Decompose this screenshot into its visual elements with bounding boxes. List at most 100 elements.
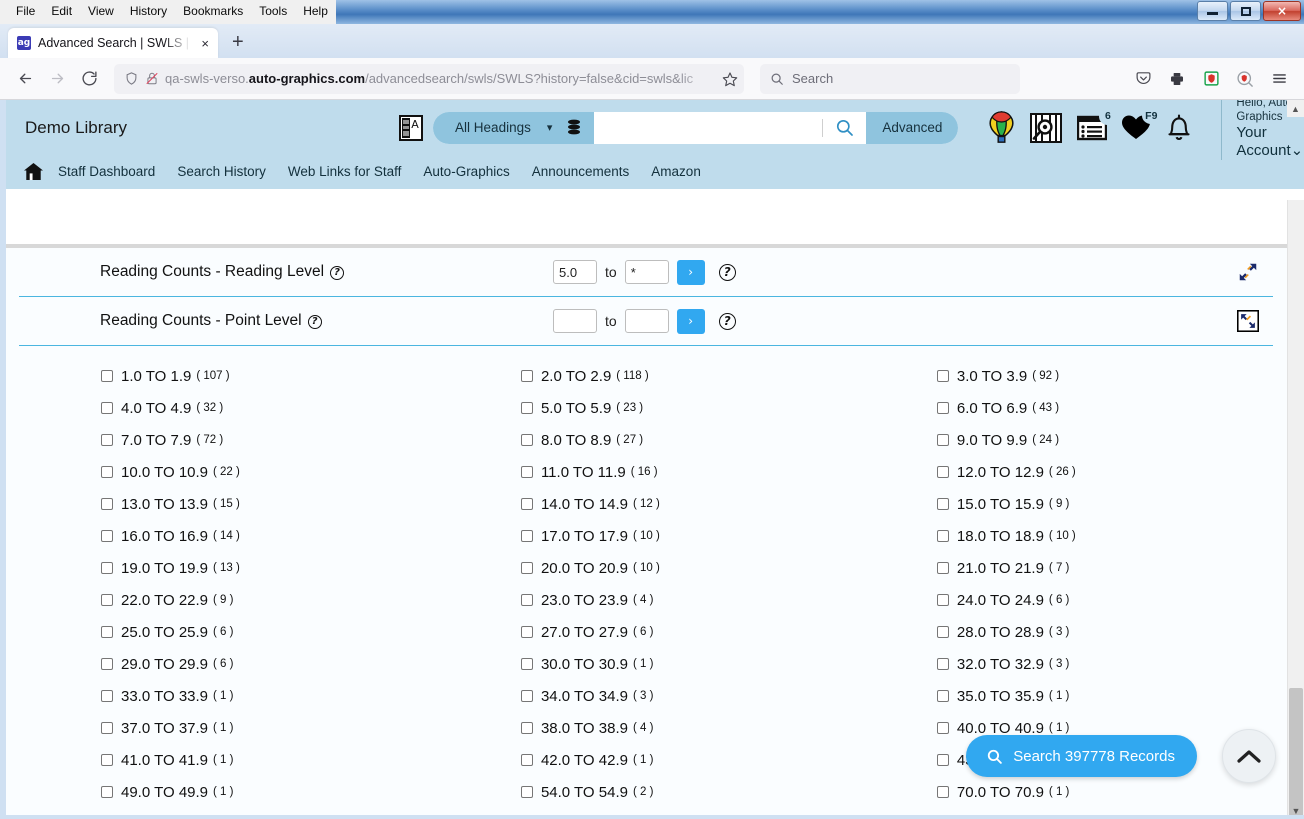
checkbox[interactable] [936, 562, 949, 574]
list-item[interactable]: 15.0 TO 15.9 ( 9 ) [936, 488, 1273, 520]
list-item[interactable]: 24.0 TO 24.9 ( 6 ) [936, 584, 1273, 616]
checkbox[interactable] [101, 690, 113, 702]
reload-button[interactable] [74, 64, 104, 94]
bookmark-star-icon[interactable] [722, 71, 738, 87]
menu-history[interactable]: History [122, 1, 175, 22]
page-scrollbar[interactable]: ▼ [1287, 200, 1304, 819]
checkbox[interactable] [936, 754, 949, 766]
checkbox[interactable] [520, 754, 533, 766]
list-item[interactable]: 12.0 TO 12.9 ( 26 ) [936, 456, 1273, 488]
checkbox[interactable] [936, 626, 949, 638]
menu-bookmarks[interactable]: Bookmarks [175, 1, 251, 22]
checkbox[interactable] [101, 754, 113, 766]
scrollbar-thumb[interactable] [1289, 688, 1303, 819]
favorites-heart-icon[interactable]: F9 [1121, 107, 1161, 141]
list-records-icon[interactable]: 6 [1077, 107, 1117, 141]
checkbox[interactable] [101, 498, 113, 510]
point-level-to-input[interactable] [624, 309, 669, 333]
list-item[interactable]: 23.0 TO 23.9 ( 4 ) [520, 584, 855, 616]
maximize-button[interactable] [1230, 1, 1261, 21]
checkbox[interactable] [101, 722, 113, 734]
list-item[interactable]: 38.0 TO 38.9 ( 4 ) [520, 712, 855, 744]
list-item[interactable]: 22.0 TO 22.9 ( 9 ) [101, 584, 437, 616]
list-item[interactable]: 18.0 TO 18.9 ( 10 ) [936, 520, 1273, 552]
question-mark-icon[interactable]: ? [307, 315, 322, 329]
browser-search-bar[interactable]: Search [760, 63, 1020, 94]
list-item[interactable]: 34.0 TO 34.9 ( 3 ) [520, 680, 855, 712]
list-item[interactable]: 27.0 TO 27.9 ( 6 ) [520, 616, 855, 648]
list-item[interactable]: 49.0 TO 49.9 ( 1 ) [101, 776, 437, 808]
checkbox[interactable] [936, 370, 949, 382]
checkbox[interactable] [936, 722, 949, 734]
pocket-icon[interactable] [1128, 64, 1158, 94]
nav-link-announcements[interactable]: Announcements [532, 164, 630, 179]
list-item[interactable]: 25.0 TO 25.9 ( 6 ) [101, 616, 437, 648]
nav-link-auto-graphics[interactable]: Auto-Graphics [423, 164, 509, 179]
new-tab-button[interactable]: + [232, 32, 244, 52]
reading-level-from-input[interactable] [553, 260, 597, 284]
list-item[interactable]: 6.0 TO 6.9 ( 43 ) [936, 392, 1273, 424]
checkbox[interactable] [101, 466, 113, 478]
checkbox[interactable] [101, 626, 113, 638]
menu-help[interactable]: Help [295, 1, 336, 22]
list-item[interactable]: 42.0 TO 42.9 ( 1 ) [520, 744, 855, 776]
list-item[interactable]: 3.0 TO 3.9 ( 92 ) [936, 360, 1273, 392]
list-item[interactable]: 1.0 TO 1.9 ( 107 ) [101, 360, 437, 392]
list-item[interactable]: 28.0 TO 28.9 ( 3 ) [936, 616, 1273, 648]
list-item[interactable]: 41.0 TO 41.9 ( 1 ) [101, 744, 437, 776]
list-item[interactable]: 54.0 TO 54.9 ( 2 ) [520, 776, 855, 808]
search-scope-dropdown[interactable]: All Headings ▾ [433, 111, 563, 144]
search-records-button[interactable]: Search 397778 Records [966, 735, 1197, 777]
checkbox[interactable] [101, 594, 113, 606]
list-item[interactable]: 33.0 TO 33.9 ( 1 ) [101, 680, 437, 712]
question-mark-icon[interactable]: ? [718, 313, 736, 330]
checkbox[interactable] [520, 626, 533, 638]
list-item[interactable]: 16.0 TO 16.9 ( 14 ) [101, 520, 437, 552]
list-item[interactable]: 32.0 TO 32.9 ( 3 ) [936, 648, 1273, 680]
collapse-facet-point-level-button[interactable] [1236, 309, 1260, 333]
menu-tools[interactable]: Tools [251, 1, 295, 22]
print-icon[interactable] [1162, 64, 1192, 94]
close-tab-icon[interactable]: × [198, 36, 212, 51]
notifications-bell-icon[interactable] [1165, 113, 1193, 143]
minimize-button[interactable] [1197, 1, 1228, 21]
checkbox[interactable] [101, 370, 113, 382]
checkbox[interactable] [936, 434, 949, 446]
language-flag-icon[interactable]: A [399, 114, 424, 141]
list-item[interactable]: 37.0 TO 37.9 ( 1 ) [101, 712, 437, 744]
list-item[interactable]: 30.0 TO 30.9 ( 1 ) [520, 648, 855, 680]
checkbox[interactable] [936, 402, 949, 414]
list-item[interactable]: 17.0 TO 17.9 ( 10 ) [520, 520, 855, 552]
point-level-apply-button[interactable]: › [676, 308, 705, 334]
hamburger-menu-icon[interactable] [1264, 64, 1294, 94]
close-window-button[interactable]: × [1263, 1, 1301, 21]
list-item[interactable]: 11.0 TO 11.9 ( 16 ) [520, 456, 855, 488]
nav-link-staff-dashboard[interactable]: Staff Dashboard [58, 164, 155, 179]
forward-button[interactable] [42, 64, 72, 94]
nav-link-amazon[interactable]: Amazon [651, 164, 701, 179]
checkbox[interactable] [520, 498, 533, 510]
back-button[interactable] [10, 64, 40, 94]
database-selector-button[interactable] [562, 111, 595, 144]
checkbox[interactable] [101, 434, 113, 446]
list-item[interactable]: 8.0 TO 8.9 ( 27 ) [520, 424, 855, 456]
reading-level-to-input[interactable] [624, 260, 669, 284]
list-item[interactable]: 7.0 TO 7.9 ( 72 ) [101, 424, 437, 456]
expand-facet-reading-level-button[interactable] [1237, 261, 1259, 283]
checkbox[interactable] [936, 786, 949, 798]
checkbox[interactable] [520, 530, 533, 542]
list-item[interactable]: 5.0 TO 5.9 ( 23 ) [520, 392, 855, 424]
checkbox[interactable] [936, 658, 949, 670]
checkbox[interactable] [520, 786, 533, 798]
menu-edit[interactable]: Edit [43, 1, 80, 22]
reading-level-apply-button[interactable]: › [676, 259, 705, 285]
list-item[interactable]: 2.0 TO 2.9 ( 118 ) [520, 360, 855, 392]
checkbox[interactable] [936, 498, 949, 510]
point-level-from-input[interactable] [553, 309, 597, 333]
checkbox[interactable] [936, 466, 949, 478]
checkbox[interactable] [101, 530, 113, 542]
checkbox[interactable] [520, 658, 533, 670]
menu-file[interactable]: File [8, 1, 43, 22]
address-bar[interactable]: qa-swls-verso.auto-graphics.com/advanced… [114, 63, 744, 94]
hot-air-balloon-icon[interactable] [988, 110, 1015, 145]
